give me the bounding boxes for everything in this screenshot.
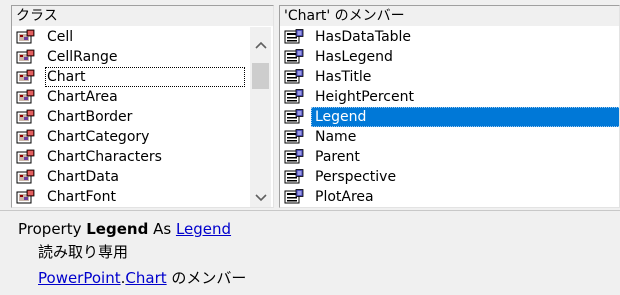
member-item-label: HasDataTable (315, 29, 412, 45)
member-item-label: Name (315, 129, 357, 145)
member-item-plotarea[interactable]: PlotArea (282, 187, 619, 207)
class-item-label: ChartFont (47, 189, 116, 205)
member-signature: Property Legend As Legend (18, 218, 231, 240)
type-link[interactable]: Legend (176, 220, 231, 238)
property-icon (284, 129, 304, 145)
chevron-up-icon[interactable] (250, 35, 271, 55)
class-icon (16, 29, 36, 45)
signature-as: As (148, 220, 176, 238)
classes-scrollbar[interactable] (250, 27, 271, 207)
class-item-chartcharacters[interactable]: ChartCharacters (14, 147, 273, 167)
class-item-chart[interactable]: Chart (14, 67, 273, 87)
members-list: HasDataTable HasLegend HasTitle HeightPerce… (282, 27, 619, 207)
property-icon (284, 189, 304, 205)
signature-member-name: Legend (86, 220, 149, 238)
class-item-label: ChartBorder (47, 109, 133, 125)
library-link[interactable]: PowerPoint (38, 269, 121, 287)
class-icon (16, 69, 36, 85)
member-of-line: PowerPoint.Chart のメンバー (38, 267, 246, 289)
member-item-label: Parent (315, 149, 360, 165)
class-link[interactable]: Chart (125, 269, 166, 287)
chevron-down-icon[interactable] (250, 188, 271, 207)
member-item-label: PlotArea (315, 189, 374, 205)
classes-list: Cell CellRange Chart ChartArea ChartBorder Ch… (14, 27, 273, 207)
member-item-parent[interactable]: Parent (282, 147, 619, 167)
class-icon (16, 129, 36, 145)
class-icon (16, 189, 36, 205)
member-item-haslegend[interactable]: HasLegend (282, 47, 619, 67)
class-item-label: ChartData (47, 169, 119, 185)
class-item-cellrange[interactable]: CellRange (14, 47, 273, 67)
member-item-label: HeightPercent (315, 89, 414, 105)
property-icon (284, 49, 304, 65)
class-icon (16, 169, 36, 185)
members-header: 'Chart' のメンバー (280, 6, 619, 26)
class-icon (16, 109, 36, 125)
class-item-chartdata[interactable]: ChartData (14, 167, 273, 187)
property-icon (284, 89, 304, 105)
member-item-name[interactable]: Name (282, 127, 619, 147)
classes-pane: クラス Cell CellRange Chart ChartArea ChartBord… (11, 5, 274, 208)
property-icon (284, 169, 304, 185)
member-item-label: Perspective (315, 169, 397, 185)
scroll-thumb[interactable] (252, 63, 269, 89)
property-icon (284, 149, 304, 165)
class-item-chartfont[interactable]: ChartFont (14, 187, 273, 207)
object-browser: クラス Cell CellRange Chart ChartArea ChartBord… (0, 0, 620, 295)
property-icon (284, 109, 304, 125)
signature-prefix: Property (18, 220, 87, 238)
member-item-hastitle[interactable]: HasTitle (282, 67, 619, 87)
class-icon (16, 149, 36, 165)
member-item-hasdatatable[interactable]: HasDataTable (282, 27, 619, 47)
class-item-label: ChartCategory (47, 129, 150, 145)
member-item-label: Legend (311, 107, 619, 127)
member-item-heightpercent[interactable]: HeightPercent (282, 87, 619, 107)
member-item-perspective[interactable]: Perspective (282, 167, 619, 187)
class-item-chartarea[interactable]: ChartArea (14, 87, 273, 107)
property-icon (284, 69, 304, 85)
classes-header: クラス (12, 6, 273, 26)
class-item-label: Chart (45, 67, 245, 87)
class-item-chartborder[interactable]: ChartBorder (14, 107, 273, 127)
property-icon (284, 29, 304, 45)
class-item-label: CellRange (47, 49, 118, 65)
members-pane: 'Chart' のメンバー HasDataTable HasLegend HasTi… (279, 5, 620, 208)
detail-pane: Property Legend As Legend 読み取り専用 PowerPo… (0, 210, 620, 295)
class-icon (16, 49, 36, 65)
member-of-text: のメンバー (166, 269, 247, 287)
member-item-label: HasTitle (315, 69, 372, 85)
class-item-chartcategory[interactable]: ChartCategory (14, 127, 273, 147)
class-item-cell[interactable]: Cell (14, 27, 273, 47)
member-item-legend[interactable]: Legend (282, 107, 619, 127)
class-item-label: ChartArea (47, 89, 118, 105)
member-item-label: HasLegend (315, 49, 393, 65)
readonly-note: 読み取り専用 (38, 243, 129, 261)
class-item-label: ChartCharacters (47, 149, 162, 165)
class-item-label: Cell (47, 29, 74, 45)
class-icon (16, 89, 36, 105)
